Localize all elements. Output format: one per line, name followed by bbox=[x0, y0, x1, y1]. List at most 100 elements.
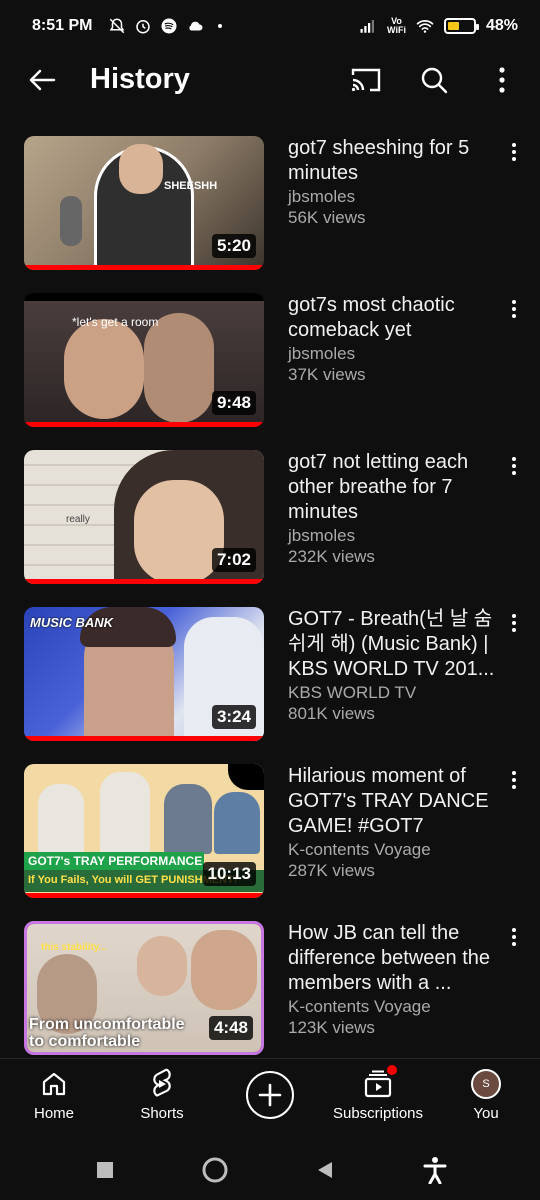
view-count: 37K views bbox=[288, 365, 366, 384]
video-item[interactable]: this stability... From uncomfortable to … bbox=[0, 921, 540, 1078]
battery-percent: 48% bbox=[485, 17, 518, 34]
video-thumbnail[interactable]: SHEESHH 5:20 bbox=[24, 136, 264, 270]
wifi-icon bbox=[416, 20, 434, 33]
create-button[interactable] bbox=[246, 1071, 294, 1119]
nav-subscriptions-label: Subscriptions bbox=[332, 1105, 424, 1122]
vertical-dots-icon bbox=[512, 771, 516, 789]
video-item[interactable]: MUSIC BANK 3:24 GOT7 - Breath(넌 날 숨 쉬게 해… bbox=[0, 607, 540, 764]
vowifi-indicator: Vo WiFi bbox=[387, 16, 406, 35]
video-title[interactable]: GOT7 - Breath(넌 날 숨 쉬게 해) (Music Bank) |… bbox=[288, 607, 498, 682]
video-title[interactable]: got7s most chaotic comeback yet bbox=[288, 293, 498, 343]
triangle-back-icon bbox=[318, 1162, 332, 1178]
search-button[interactable] bbox=[414, 60, 454, 100]
more-options-button[interactable] bbox=[482, 60, 522, 100]
nav-shorts-label: Shorts bbox=[140, 1105, 184, 1122]
video-duration: 9:48 bbox=[211, 391, 256, 415]
thumbnail-caption: really bbox=[66, 514, 90, 525]
view-count: 56K views bbox=[288, 208, 366, 227]
video-duration: 4:48 bbox=[208, 1016, 253, 1040]
watch-progress-bar bbox=[24, 736, 264, 741]
thumbnail-caption: this stability... bbox=[41, 942, 107, 953]
vertical-dots-icon bbox=[512, 614, 516, 632]
plus-icon bbox=[258, 1083, 282, 1107]
cloud-icon bbox=[189, 21, 203, 31]
channel-name: jbsmoles bbox=[288, 344, 356, 363]
circle-icon bbox=[202, 1157, 228, 1183]
nav-home-label: Home bbox=[33, 1105, 74, 1122]
video-more-button[interactable] bbox=[502, 768, 526, 792]
video-title[interactable]: How JB can tell the difference between t… bbox=[288, 921, 498, 996]
channel-name: K-contents Voyage bbox=[288, 840, 431, 859]
home-system-button[interactable] bbox=[195, 1150, 235, 1190]
signal-icon bbox=[360, 20, 375, 33]
video-title[interactable]: Hilarious moment of GOT7's TRAY DANCE GA… bbox=[288, 764, 498, 839]
view-count: 232K views bbox=[288, 547, 375, 566]
video-title[interactable]: got7 not letting each other breathe for … bbox=[288, 450, 498, 525]
video-more-button[interactable] bbox=[502, 925, 526, 949]
nav-shorts[interactable]: Shorts bbox=[108, 1059, 216, 1140]
status-time: 8:51 PM bbox=[32, 17, 93, 34]
video-duration: 3:24 bbox=[211, 705, 256, 729]
video-thumbnail[interactable]: GOT7's TRAY PERFORMANCE If You Fails, Yo… bbox=[24, 764, 264, 898]
vertical-dots-icon bbox=[512, 457, 516, 475]
thumbnail-subcaption: From uncomfortable to comfortable bbox=[29, 1016, 185, 1050]
video-thumbnail[interactable]: *let's get a room 9:48 bbox=[24, 293, 264, 427]
status-bar: 8:51 PM Vo WiFi 48% bbox=[0, 0, 540, 52]
cast-icon bbox=[351, 68, 381, 92]
app-bar: History bbox=[0, 52, 540, 108]
new-content-badge bbox=[387, 1065, 397, 1075]
view-count: 801K views bbox=[288, 704, 375, 723]
video-item[interactable]: SHEESHH 5:20 got7 sheeshing for 5 minute… bbox=[0, 136, 540, 293]
video-item[interactable]: *let's get a room 9:48 got7s most chaoti… bbox=[0, 293, 540, 450]
view-count: 123K views bbox=[288, 1018, 375, 1037]
video-duration: 5:20 bbox=[211, 234, 256, 258]
video-title[interactable]: got7 sheeshing for 5 minutes bbox=[288, 136, 498, 186]
search-icon bbox=[421, 67, 448, 94]
shorts-icon bbox=[153, 1068, 171, 1097]
nav-you[interactable]: S You bbox=[432, 1059, 540, 1140]
accessibility-button[interactable] bbox=[415, 1150, 455, 1190]
video-more-button[interactable] bbox=[502, 454, 526, 478]
watch-progress-bar bbox=[24, 893, 264, 898]
back-system-button[interactable] bbox=[305, 1150, 345, 1190]
thumbnail-caption: *let's get a room bbox=[72, 315, 159, 329]
mute-bell-icon bbox=[110, 18, 125, 34]
channel-name: KBS WORLD TV bbox=[288, 683, 417, 702]
alarm-icon bbox=[136, 20, 151, 34]
nav-create[interactable] bbox=[216, 1059, 324, 1140]
spotify-icon bbox=[161, 18, 177, 34]
thumbnail-caption: MUSIC BANK bbox=[30, 615, 114, 630]
home-icon bbox=[42, 1072, 66, 1096]
accessibility-icon bbox=[423, 1157, 447, 1184]
cast-button[interactable] bbox=[346, 60, 386, 100]
video-thumbnail[interactable]: this stability... From uncomfortable to … bbox=[24, 921, 264, 1055]
video-item[interactable]: really 7:02 got7 not letting each other … bbox=[0, 450, 540, 607]
system-navigation-bar bbox=[0, 1140, 540, 1200]
battery-icon bbox=[443, 18, 479, 34]
view-count: 287K views bbox=[288, 861, 375, 880]
bottom-navigation: Home Shorts Subscriptions S You bbox=[0, 1058, 540, 1140]
vertical-dots-icon bbox=[512, 143, 516, 161]
channel-name: jbsmoles bbox=[288, 526, 356, 545]
watch-progress-bar bbox=[24, 422, 264, 427]
video-more-button[interactable] bbox=[502, 140, 526, 164]
watch-progress-bar bbox=[24, 265, 264, 270]
square-icon bbox=[97, 1162, 113, 1178]
video-more-button[interactable] bbox=[502, 297, 526, 321]
nav-home[interactable]: Home bbox=[0, 1059, 108, 1140]
nav-you-label: You bbox=[473, 1105, 499, 1122]
video-thumbnail[interactable]: really 7:02 bbox=[24, 450, 264, 584]
watch-progress-bar bbox=[24, 579, 264, 584]
video-item[interactable]: GOT7's TRAY PERFORMANCE If You Fails, Yo… bbox=[0, 764, 540, 921]
thumbnail-caption: SHEESHH bbox=[164, 180, 218, 192]
thumbnail-caption: GOT7's TRAY PERFORMANCE bbox=[28, 854, 203, 868]
back-button[interactable] bbox=[22, 62, 62, 98]
recents-button[interactable] bbox=[85, 1150, 125, 1190]
vertical-dots-icon bbox=[499, 67, 505, 93]
page-title: History bbox=[90, 63, 190, 95]
video-thumbnail[interactable]: MUSIC BANK 3:24 bbox=[24, 607, 264, 741]
nav-subscriptions[interactable]: Subscriptions bbox=[324, 1059, 432, 1140]
video-duration: 10:13 bbox=[202, 862, 256, 886]
vertical-dots-icon bbox=[512, 300, 516, 318]
video-more-button[interactable] bbox=[502, 611, 526, 635]
